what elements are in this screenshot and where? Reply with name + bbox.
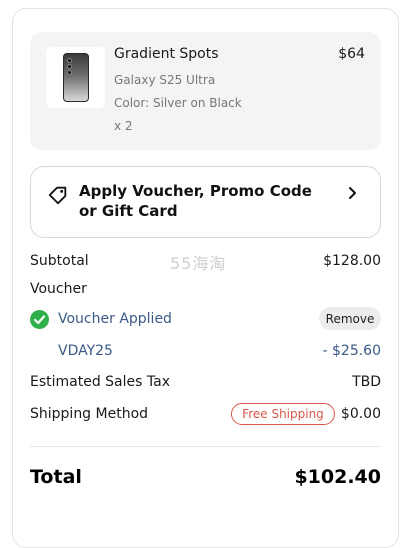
total-value: $102.40: [294, 466, 381, 488]
watermark: 55海淘: [170, 254, 227, 273]
phone-case-image: [63, 53, 89, 102]
product-price: $64: [338, 46, 365, 62]
voucher-discount: - $25.60: [322, 343, 382, 359]
chevron-right-icon: [349, 187, 356, 199]
shipping-value: $0.00: [340, 406, 381, 422]
camera-lens-icon: [67, 64, 72, 69]
product-name: Gradient Spots: [114, 46, 219, 62]
free-shipping-badge: Free Shipping: [231, 403, 335, 425]
tax-value: TBD: [352, 374, 381, 390]
shipping-label: Shipping Method: [30, 406, 149, 422]
remove-voucher-button[interactable]: Remove: [319, 307, 381, 330]
divider: [30, 446, 381, 447]
total-label: Total: [30, 466, 82, 488]
camera-lens-icon: [67, 70, 72, 75]
tag-icon: [48, 186, 67, 205]
subtotal-value: $128.00: [323, 253, 381, 269]
voucher-label: Voucher: [30, 281, 87, 297]
apply-voucher-button[interactable]: Apply Voucher, Promo Code or Gift Card: [30, 166, 381, 238]
product-color: Color: Silver on Black: [114, 96, 242, 110]
product-item: Gradient Spots $64 Galaxy S25 Ultra Colo…: [30, 32, 381, 150]
voucher-code: VDAY25: [58, 343, 113, 359]
check-circle-icon: [30, 310, 49, 329]
product-quantity: x 2: [114, 119, 133, 133]
product-model: Galaxy S25 Ultra: [114, 73, 216, 87]
camera-lens-icon: [67, 58, 72, 63]
product-thumbnail: [46, 47, 105, 108]
apply-voucher-label: Apply Voucher, Promo Code or Gift Card: [79, 182, 312, 220]
subtotal-label: Subtotal: [30, 253, 89, 269]
voucher-applied-text: Voucher Applied: [58, 311, 172, 327]
tax-label: Estimated Sales Tax: [30, 374, 170, 390]
